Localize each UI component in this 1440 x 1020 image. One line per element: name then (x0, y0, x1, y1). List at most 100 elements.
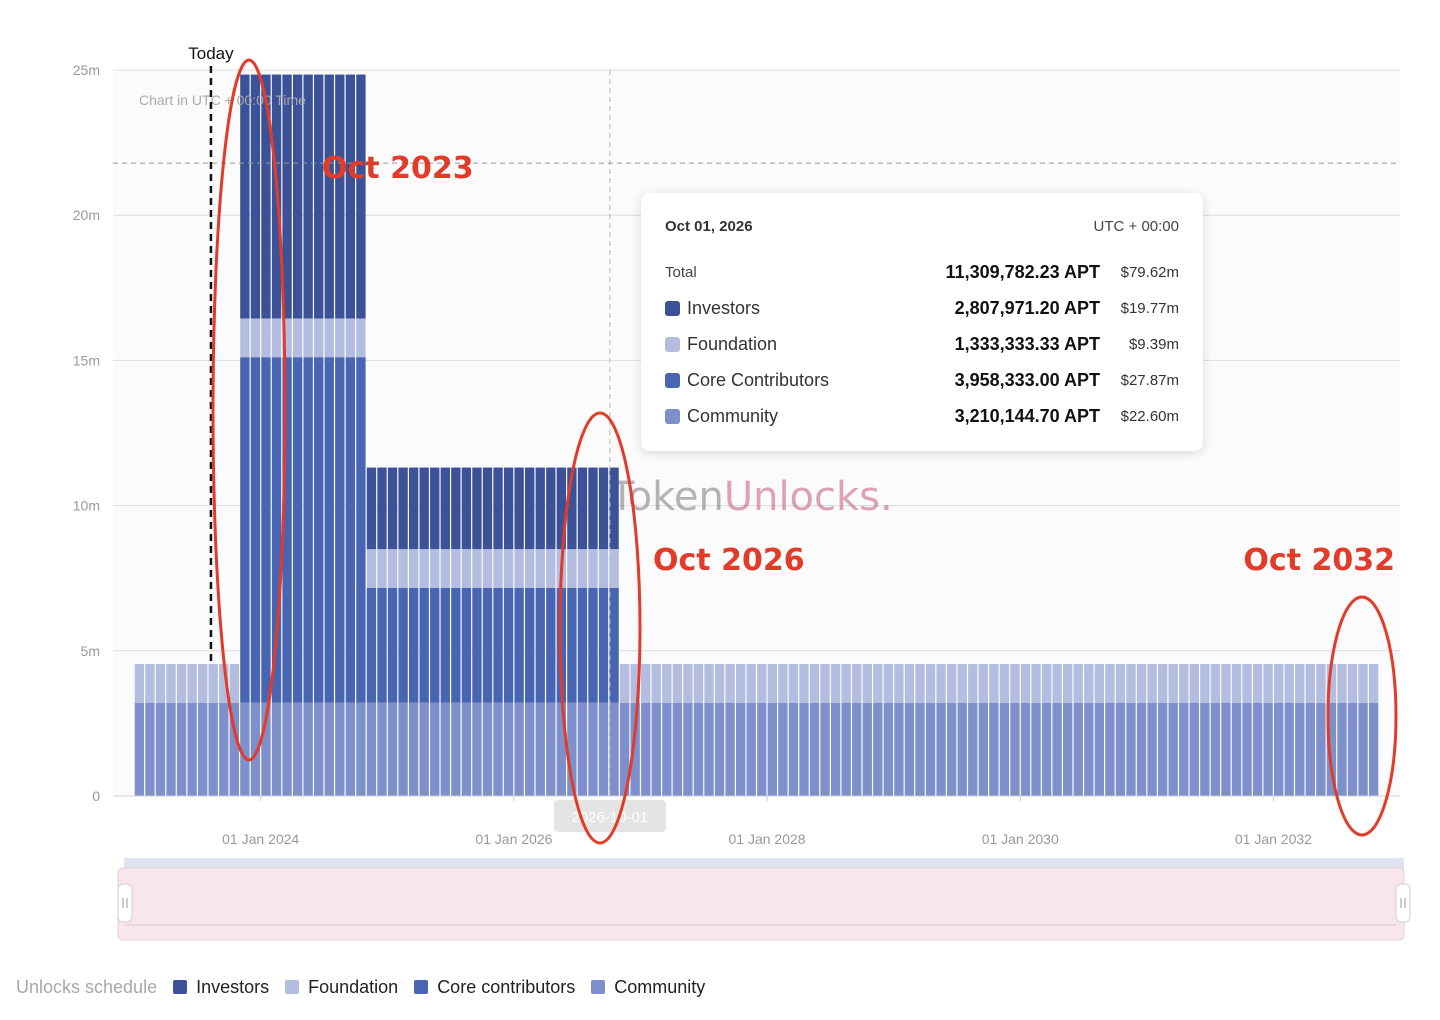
bar-investors (345, 74, 356, 319)
bar-community (208, 702, 218, 796)
bar-community (830, 702, 841, 796)
bar-community (1295, 702, 1305, 796)
bar-foundation (1337, 664, 1347, 703)
bar-foundation (197, 664, 208, 703)
bar-foundation (1347, 664, 1358, 703)
bar-foundation (1252, 664, 1263, 703)
bar-foundation (419, 549, 429, 588)
bar-community (1063, 702, 1073, 796)
bar-foundation (588, 549, 598, 588)
bar-community (799, 702, 809, 796)
bar-foundation (915, 664, 925, 703)
bar-community (925, 702, 936, 796)
bar-foundation (978, 664, 988, 703)
bar-community (873, 702, 883, 796)
bar-community (999, 702, 1010, 796)
bar-foundation (229, 664, 239, 703)
core-contributors-swatch (665, 373, 680, 388)
bar-foundation (493, 549, 503, 588)
bar-core-contributors (440, 587, 450, 703)
bar-community (356, 702, 366, 796)
bar-foundation (335, 318, 345, 358)
bar-community (978, 702, 988, 796)
navigator-handle-right[interactable] (1395, 883, 1411, 923)
watermark: TokenUnlocks. (609, 474, 893, 520)
bar-community (419, 702, 429, 796)
bar-foundation (852, 664, 862, 703)
legend-item-core-contributors[interactable]: Core contributors (414, 977, 575, 998)
annotation-label: Oct 2026 (653, 543, 805, 578)
bar-community (1337, 702, 1347, 796)
bar-community (1115, 702, 1126, 796)
bar-community (651, 702, 661, 796)
chart-subtitle: Chart in UTC + 00:00 Time (139, 92, 306, 108)
bar-investors (366, 467, 377, 550)
bar-community (430, 702, 440, 796)
bar-core-contributors (398, 587, 408, 703)
bar-community (1200, 702, 1210, 796)
bar-investors (314, 74, 324, 319)
bar-community (862, 702, 872, 796)
bar-foundation (598, 549, 609, 588)
bar-community (1168, 702, 1178, 796)
bar-foundation (1358, 664, 1368, 703)
bar-community (176, 702, 187, 796)
navigator-handle-left[interactable] (117, 883, 133, 923)
bar-community (662, 702, 672, 796)
bar-foundation (250, 318, 261, 358)
bar-core-contributors (345, 357, 356, 703)
bar-community (957, 702, 967, 796)
bar-foundation (440, 549, 450, 588)
bar-foundation (525, 549, 535, 588)
bar-core-contributors (567, 587, 577, 703)
bar-foundation (261, 318, 271, 358)
bar-community (725, 702, 735, 796)
bar-community (398, 702, 408, 796)
legend-item-investors[interactable]: Investors (173, 977, 269, 998)
bar-core-contributors (419, 587, 429, 703)
bar-foundation (1041, 664, 1052, 703)
bar-foundation (377, 549, 387, 588)
tooltip-row-label: Investors (687, 298, 761, 318)
bar-foundation (577, 549, 588, 588)
tooltip-row-foundation: Foundation 1,333,333.33 APT $9.39m (665, 332, 1179, 356)
legend-item-community[interactable]: Community (591, 977, 705, 998)
unlock-chart[interactable]: 0 5m 10m 15m 20m 25m TokenUnlocks. 01 Jan 2024 0… (0, 0, 1440, 1020)
bar-foundation (746, 664, 756, 703)
bar-foundation (1368, 664, 1379, 703)
legend-item-foundation[interactable]: Foundation (285, 977, 398, 998)
bar-core-contributors (377, 587, 387, 703)
bar-community (778, 702, 788, 796)
bar-foundation (830, 664, 841, 703)
bar-foundation (714, 664, 725, 703)
bar-community (1179, 702, 1189, 796)
bar-foundation (946, 664, 957, 703)
bar-foundation (155, 664, 166, 703)
bar-community (946, 702, 957, 796)
bar-community (746, 702, 756, 796)
tooltip-row-label: Core Contributors (687, 370, 830, 390)
bar-foundation (1010, 664, 1020, 703)
bar-foundation (461, 549, 472, 588)
bar-investors (408, 467, 419, 550)
bar-core-contributors (482, 587, 493, 703)
bar-community (588, 702, 598, 796)
bar-foundation (1221, 664, 1231, 703)
legend-label: Community (614, 976, 706, 997)
bar-community (1274, 702, 1284, 796)
bar-community (809, 702, 820, 796)
x-tick-label: 01 Jan 2026 (475, 831, 552, 847)
bar-foundation (873, 664, 883, 703)
legend-swatch (285, 980, 300, 994)
bar-foundation (1210, 664, 1221, 703)
bar-investors (493, 467, 503, 550)
tooltip-row-usd: $27.87m (1120, 372, 1179, 389)
bar-foundation (408, 549, 419, 588)
bar-foundation (1115, 664, 1126, 703)
y-tick-label: 20m (73, 207, 100, 223)
legend-title: Unlocks schedule (16, 976, 158, 997)
bar-community (1231, 702, 1242, 796)
bar-community (197, 702, 208, 796)
bar-foundation (1136, 664, 1147, 703)
bar-foundation (324, 318, 334, 358)
